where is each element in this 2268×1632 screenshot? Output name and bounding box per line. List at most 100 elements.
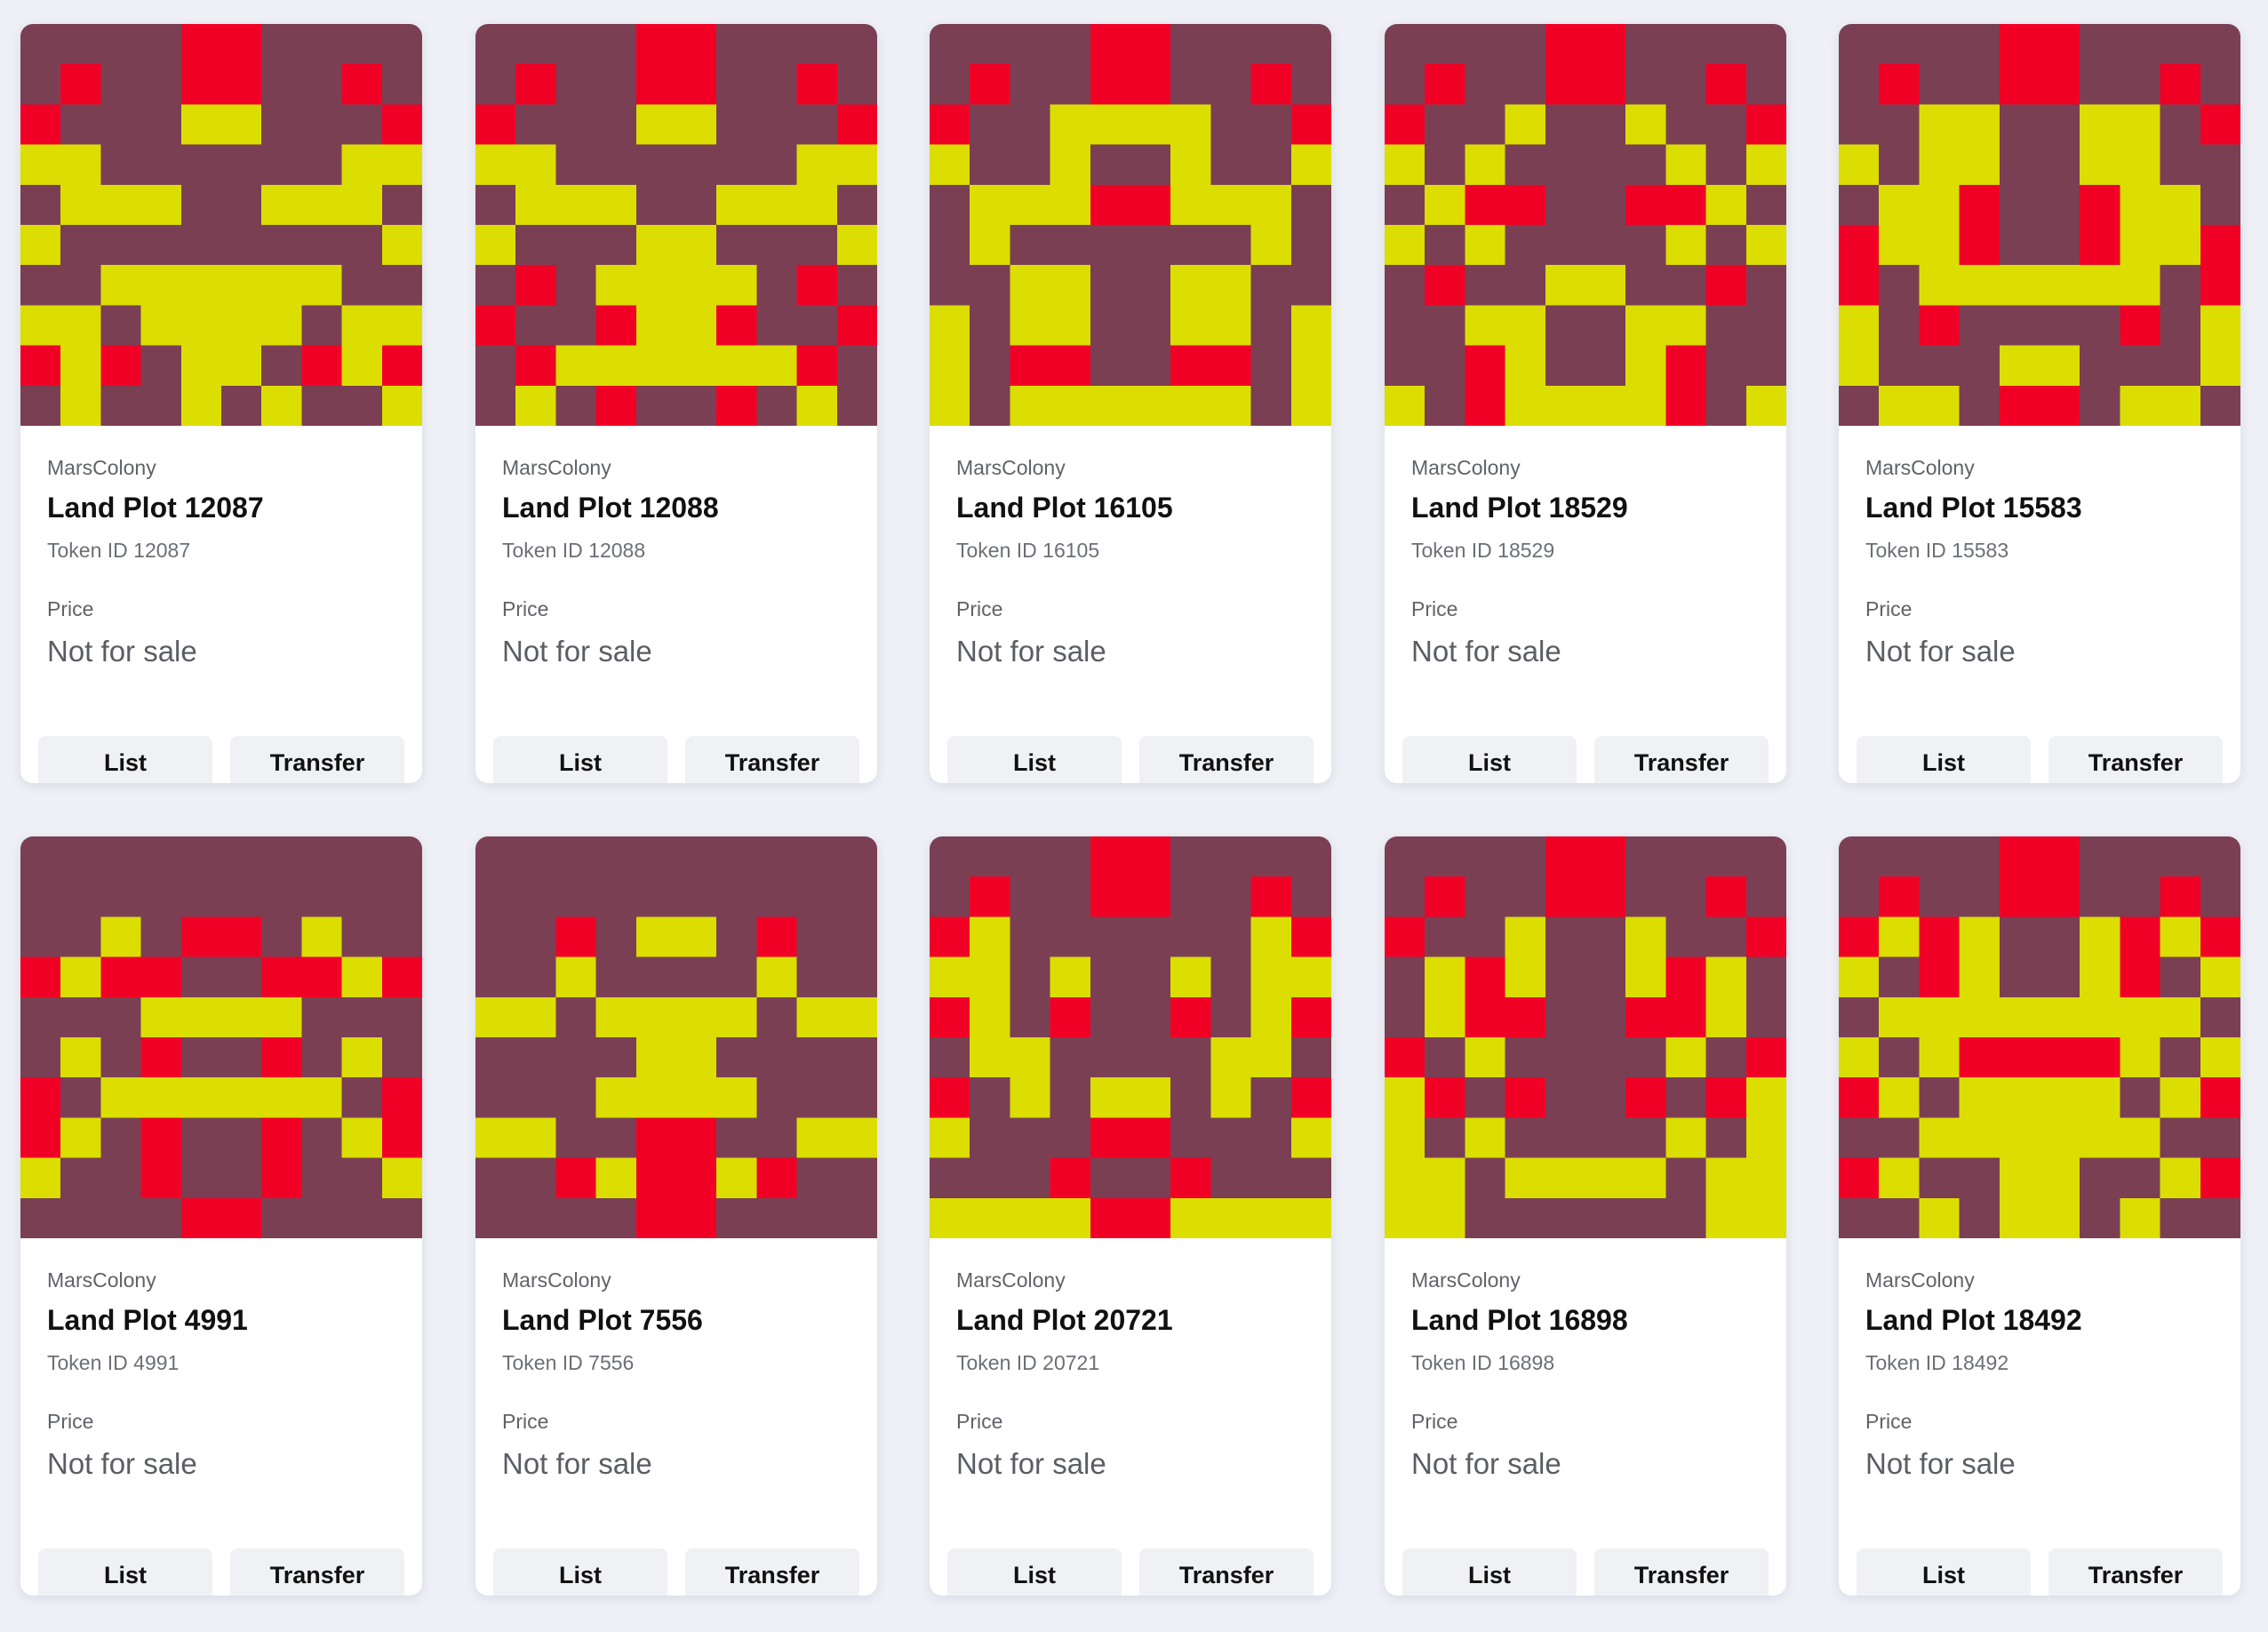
card-title[interactable]: Land Plot 20721 <box>956 1304 1173 1337</box>
transfer-button[interactable]: Transfer <box>2048 736 2223 783</box>
pixel-tile <box>221 1077 263 1119</box>
pixel-tile <box>1425 956 1466 998</box>
pixel-tile <box>1959 225 2000 267</box>
pixel-tile <box>1959 996 2000 1038</box>
pixel-tile <box>140 1197 182 1238</box>
pixel-tile <box>341 1157 383 1199</box>
card-title[interactable]: Land Plot 18492 <box>1865 1304 2082 1337</box>
pixel-tile <box>2160 144 2201 186</box>
transfer-button[interactable]: Transfer <box>230 1548 404 1596</box>
pixel-tile <box>836 265 877 307</box>
pixel-tile <box>261 956 303 998</box>
pixel-tile <box>1839 956 1881 998</box>
pixel-tile <box>2040 24 2081 66</box>
transfer-button[interactable]: Transfer <box>685 1548 859 1596</box>
pixel-tile <box>2160 1037 2201 1079</box>
transfer-button[interactable]: Transfer <box>1139 736 1314 783</box>
pixel-tile <box>1999 225 2040 267</box>
pixel-tile <box>1250 1117 1292 1159</box>
list-button[interactable]: List <box>493 736 667 783</box>
transfer-button[interactable]: Transfer <box>685 736 859 783</box>
transfer-button[interactable]: Transfer <box>1594 1548 1769 1596</box>
pixel-tile <box>2200 996 2240 1038</box>
pixel-tile <box>1090 1037 1131 1079</box>
pixel-tile <box>1705 265 1747 307</box>
pixel-tile <box>1959 144 2000 186</box>
card-title[interactable]: Land Plot 15583 <box>1865 492 2082 524</box>
list-button[interactable]: List <box>38 1548 212 1596</box>
list-button[interactable]: List <box>38 736 212 783</box>
list-button[interactable]: List <box>1402 1548 1577 1596</box>
pixel-tile <box>796 225 838 267</box>
card-title[interactable]: Land Plot 12088 <box>502 492 719 524</box>
pixel-tile <box>635 1157 677 1199</box>
list-button[interactable]: List <box>947 736 1122 783</box>
card-title[interactable]: Land Plot 7556 <box>502 1304 703 1337</box>
card-title[interactable]: Land Plot 16898 <box>1411 1304 1628 1337</box>
pixel-tile <box>970 24 1011 66</box>
transfer-button[interactable]: Transfer <box>2048 1548 2223 1596</box>
pixel-tile <box>1999 1157 2040 1199</box>
pixel-tile <box>1665 1077 1707 1119</box>
list-button[interactable]: List <box>493 1548 667 1596</box>
pixel-tile <box>221 345 263 387</box>
pixel-tile <box>475 1157 517 1199</box>
pixel-tile <box>221 956 263 998</box>
land-plot-pixel-art <box>1839 836 2240 1238</box>
card-title[interactable]: Land Plot 16105 <box>956 492 1173 524</box>
transfer-button[interactable]: Transfer <box>1594 736 1769 783</box>
pixel-tile <box>221 144 263 186</box>
pixel-tile <box>1130 144 1172 186</box>
pixel-tile <box>301 996 343 1038</box>
card-details: MarsColony Land Plot 12087 Token ID 1208… <box>20 426 422 783</box>
pixel-tile <box>261 345 303 387</box>
land-plot-card[interactable]: MarsColony Land Plot 12088 Token ID 1208… <box>475 24 877 783</box>
pixel-tile <box>1385 225 1426 267</box>
land-plot-card[interactable]: MarsColony Land Plot 16105 Token ID 1610… <box>930 24 1331 783</box>
transfer-button[interactable]: Transfer <box>230 736 404 783</box>
list-button[interactable]: List <box>1402 736 1577 783</box>
card-title[interactable]: Land Plot 12087 <box>47 492 264 524</box>
list-button[interactable]: List <box>1857 1548 2031 1596</box>
pixel-tile <box>515 1197 557 1238</box>
pixel-tile <box>1505 836 1546 878</box>
list-button[interactable]: List <box>947 1548 1122 1596</box>
list-button[interactable]: List <box>1857 736 2031 783</box>
land-plot-card[interactable]: MarsColony Land Plot 15583 Token ID 1558… <box>1839 24 2240 783</box>
pixel-tile <box>1425 104 1466 146</box>
pixel-tile <box>1585 265 1627 307</box>
pixel-tile <box>1010 144 1051 186</box>
card-title[interactable]: Land Plot 4991 <box>47 1304 248 1337</box>
pixel-tile <box>756 876 798 918</box>
land-plot-card[interactable]: MarsColony Land Plot 4991 Token ID 4991 … <box>20 836 422 1596</box>
transfer-button[interactable]: Transfer <box>1139 1548 1314 1596</box>
pixel-tile <box>796 836 838 878</box>
collection-name: MarsColony <box>1865 456 1975 479</box>
pixel-tile <box>1250 876 1292 918</box>
land-plot-card[interactable]: MarsColony Land Plot 16898 Token ID 1689… <box>1385 836 1786 1596</box>
pixel-tile <box>1625 836 1667 878</box>
pixel-tile <box>1465 144 1506 186</box>
pixel-tile <box>515 24 557 66</box>
land-plot-card[interactable]: MarsColony Land Plot 18492 Token ID 1849… <box>1839 836 2240 1596</box>
pixel-tile <box>1290 1157 1331 1199</box>
land-plot-card[interactable]: MarsColony Land Plot 12087 Token ID 1208… <box>20 24 422 783</box>
land-plot-card[interactable]: MarsColony Land Plot 7556 Token ID 7556 … <box>475 836 877 1596</box>
pixel-tile <box>1425 385 1466 426</box>
pixel-tile <box>1010 1117 1051 1159</box>
pixel-tile <box>635 265 677 307</box>
pixel-tile <box>2200 1077 2240 1119</box>
pixel-tile <box>1050 64 1091 106</box>
land-plot-card[interactable]: MarsColony Land Plot 20721 Token ID 2072… <box>930 836 1331 1596</box>
card-title[interactable]: Land Plot 18529 <box>1411 492 1628 524</box>
land-plot-card[interactable]: MarsColony Land Plot 18529 Token ID 1852… <box>1385 24 1786 783</box>
token-id: Token ID 15583 <box>1865 539 2009 562</box>
pixel-tile <box>595 996 637 1038</box>
pixel-tile <box>1625 64 1667 106</box>
pixel-tile <box>1919 1117 1961 1159</box>
pixel-tile <box>2120 916 2161 958</box>
pixel-tile <box>635 916 677 958</box>
pixel-tile <box>1999 876 2040 918</box>
pixel-tile <box>381 104 422 146</box>
pixel-tile <box>1545 956 1586 998</box>
